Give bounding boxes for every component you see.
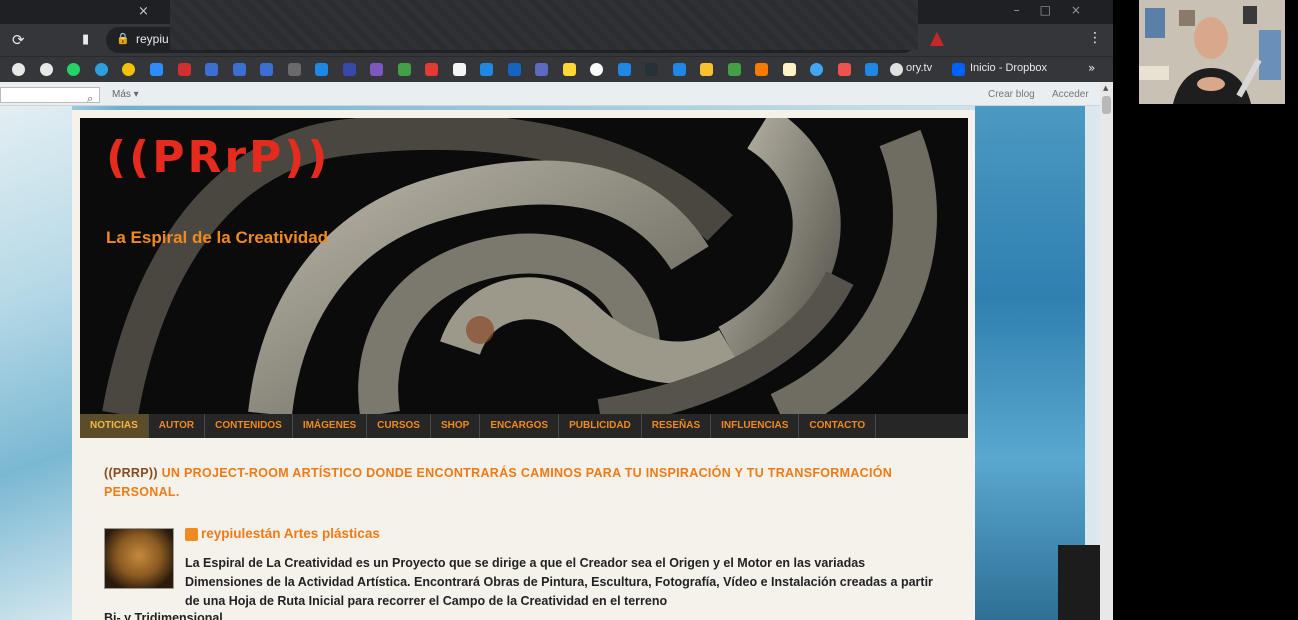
header-image: ((PRrP)) La Espiral de la Creatividad bbox=[80, 118, 968, 414]
bookmark-favicon[interactable] bbox=[508, 63, 521, 76]
main-menu: NOTICIAS AUTOR CONTENIDOS IMÁGENES CURSO… bbox=[80, 414, 968, 438]
menu-item-shop[interactable]: SHOP bbox=[431, 414, 481, 438]
bookmark-favicon[interactable] bbox=[12, 63, 25, 76]
site-logo[interactable]: ((PRrP)) bbox=[106, 132, 331, 183]
profile-description-continued: Bi- y Tridimensional bbox=[104, 611, 223, 620]
bookmark-favicon[interactable] bbox=[645, 63, 658, 76]
blog-content-card: ((PRrP)) La Espiral de la Creatividad NO… bbox=[72, 110, 975, 620]
bookmark-favicon[interactable] bbox=[343, 63, 356, 76]
background-art-left bbox=[0, 82, 72, 620]
bookmark-favicon[interactable] bbox=[480, 63, 493, 76]
more-link[interactable]: Más ▾ bbox=[112, 89, 139, 100]
profile-description: La Espiral de La Creatividad es un Proye… bbox=[185, 556, 933, 608]
menu-item-encargos[interactable]: ENCARGOS bbox=[480, 414, 560, 438]
bookmark-favicon[interactable] bbox=[728, 63, 741, 76]
whatsapp-icon[interactable] bbox=[67, 63, 80, 76]
bookmark-favicon[interactable] bbox=[288, 63, 301, 76]
url-text: reypiu bbox=[136, 32, 169, 46]
bookmarks-bar: ory.tv Inicio - Dropbox » bbox=[0, 56, 1113, 82]
bookmark-favicon[interactable] bbox=[673, 63, 686, 76]
browser-menu-icon[interactable]: ⋮ bbox=[1088, 30, 1102, 46]
bookmark-favicon[interactable] bbox=[783, 63, 796, 76]
blurred-region bbox=[170, 0, 918, 50]
menu-item-contacto[interactable]: CONTACTO bbox=[799, 414, 877, 438]
more-bookmarks-icon[interactable]: » bbox=[1088, 61, 1095, 75]
bookmark-favicon[interactable] bbox=[865, 63, 878, 76]
telegram-icon[interactable] bbox=[95, 63, 108, 76]
bookmark-favicon[interactable] bbox=[398, 63, 411, 76]
menu-item-publicidad[interactable]: PUBLICIDAD bbox=[559, 414, 642, 438]
page-scrollbar[interactable]: ▲ bbox=[1100, 82, 1113, 620]
search-icon[interactable]: ⌕ bbox=[87, 92, 93, 106]
intro-headline: UN PROJECT-ROOM ARTÍSTICO DONDE ENCONTRA… bbox=[104, 466, 893, 499]
bookmark-favicon[interactable] bbox=[233, 63, 246, 76]
bookmark-favicon[interactable] bbox=[590, 63, 603, 76]
zoom-icon[interactable] bbox=[150, 63, 163, 76]
bookmark-favicon[interactable] bbox=[260, 63, 273, 76]
bookmark-ory[interactable]: ory.tv bbox=[906, 62, 932, 74]
bookmark-favicon[interactable] bbox=[425, 63, 438, 76]
bookmark-favicon[interactable] bbox=[205, 63, 218, 76]
create-blog-link[interactable]: Crear blog bbox=[988, 89, 1035, 100]
bookmark-favicon[interactable] bbox=[563, 63, 576, 76]
scroll-thumb[interactable] bbox=[1102, 96, 1111, 114]
bookmark-favicon[interactable] bbox=[122, 63, 135, 76]
dropbox-icon[interactable] bbox=[952, 63, 965, 76]
screen: × –□× ⟳ ▮ 🔒 reypiu ⋮ ory.tv Inicio - Dro… bbox=[0, 0, 1298, 620]
window-controls[interactable]: –□× bbox=[1014, 3, 1101, 17]
webcam-overlay bbox=[1139, 0, 1285, 104]
bookmark-favicon[interactable] bbox=[838, 63, 851, 76]
menu-item-autor[interactable]: AUTOR bbox=[149, 414, 206, 438]
reload-icon[interactable]: ⟳ bbox=[12, 31, 25, 49]
bookmark-favicon[interactable] bbox=[700, 63, 713, 76]
blog-search-input[interactable]: ⌕ bbox=[0, 87, 100, 106]
web-page: ⌕ Más ▾ Crear blog Acceder ((PRrP)) La E… bbox=[0, 82, 1100, 620]
tab-close-icon[interactable]: × bbox=[138, 4, 149, 19]
bookmark-favicon[interactable] bbox=[810, 63, 823, 76]
blogger-profile-icon bbox=[185, 528, 198, 541]
bookmark-favicon[interactable] bbox=[535, 63, 548, 76]
bookmark-favicon[interactable] bbox=[618, 63, 631, 76]
bookmark-favicon[interactable] bbox=[178, 63, 191, 76]
menu-item-noticias[interactable]: NOTICIAS bbox=[80, 414, 149, 438]
bookmark-favicon[interactable] bbox=[315, 63, 328, 76]
bookmark-icon[interactable]: ▮ bbox=[82, 32, 89, 47]
profile-avatar[interactable] bbox=[104, 528, 174, 589]
sign-in-link[interactable]: Acceder bbox=[1052, 89, 1089, 100]
bookmark-favicon[interactable] bbox=[755, 63, 768, 76]
menu-item-imagenes[interactable]: IMÁGENES bbox=[293, 414, 368, 438]
bookmark-favicon[interactable] bbox=[370, 63, 383, 76]
bookmark-favicon[interactable] bbox=[890, 63, 903, 76]
background-art-right bbox=[975, 82, 1085, 620]
profile-name-link[interactable]: reypiulestán Artes plásticas bbox=[201, 526, 380, 541]
site-tagline: La Espiral de la Creatividad bbox=[106, 228, 329, 247]
scroll-up-icon[interactable]: ▲ bbox=[1103, 84, 1108, 92]
bookmark-dropbox[interactable]: Inicio - Dropbox bbox=[970, 62, 1047, 74]
bookmark-favicon[interactable] bbox=[40, 63, 53, 76]
bookmark-favicon[interactable] bbox=[453, 63, 466, 76]
intro-text: ((PRRP)) UN PROJECT-ROOM ARTÍSTICO DONDE… bbox=[104, 464, 914, 502]
menu-item-contenidos[interactable]: CONTENIDOS bbox=[205, 414, 293, 438]
menu-item-influencias[interactable]: INFLUENCIAS bbox=[711, 414, 800, 438]
presenter-video bbox=[1139, 0, 1285, 104]
menu-item-cursos[interactable]: CURSOS bbox=[367, 414, 431, 438]
menu-item-resenas[interactable]: RESEÑAS bbox=[642, 414, 712, 438]
blogger-navbar: ⌕ Más ▾ Crear blog Acceder bbox=[0, 82, 1100, 106]
lock-icon: 🔒 bbox=[116, 32, 130, 45]
intro-prefix: ((PRRP)) bbox=[104, 466, 158, 480]
extension-icon[interactable] bbox=[930, 32, 944, 46]
